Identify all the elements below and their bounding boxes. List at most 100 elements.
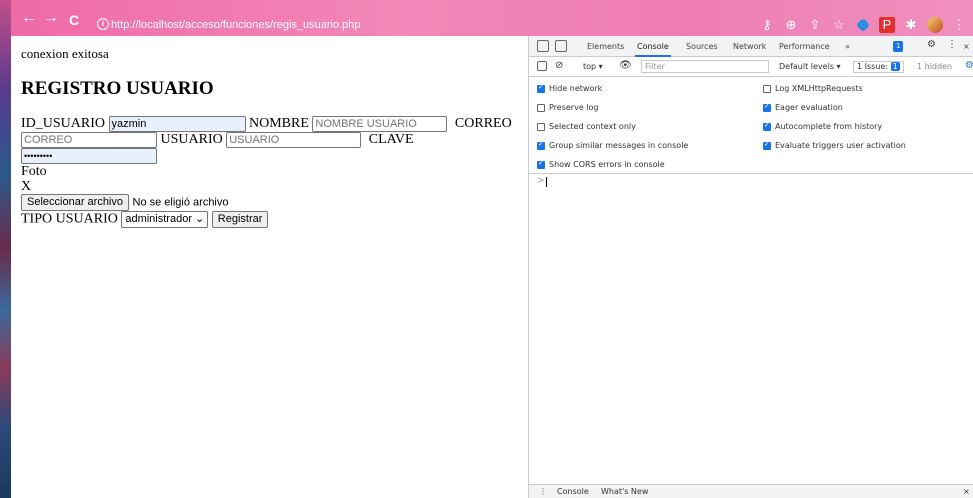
desktop-edge: [0, 0, 11, 498]
gear-icon[interactable]: ⚙: [927, 39, 936, 50]
opt-label: Hide network: [549, 84, 603, 93]
puzzle-icon[interactable]: ✱: [903, 17, 919, 33]
tipo-label: TIPO USUARIO: [21, 211, 118, 227]
checkbox[interactable]: [763, 84, 771, 93]
opt-label: Group similar messages in console: [549, 141, 689, 150]
opt-evaluate-triggers[interactable]: Evaluate triggers user activation: [763, 140, 906, 150]
opt-label: Autocomplete from history: [775, 122, 883, 131]
divider: [529, 173, 973, 174]
checkbox[interactable]: [537, 122, 545, 131]
nombre-input[interactable]: NOMBRE USUARIO: [312, 116, 448, 132]
opt-selected-context[interactable]: Selected context only: [537, 122, 636, 131]
checkbox[interactable]: [537, 103, 545, 112]
opt-label: Show CORS errors in console: [549, 160, 665, 169]
console-toolbar: ⊘ top ▾ 👁 Filter Default levels ▾ 1 Issu…: [529, 57, 973, 77]
clear-icon[interactable]: ⊘: [555, 60, 563, 71]
tab-sources[interactable]: Sources: [686, 42, 718, 51]
eye-icon[interactable]: 👁: [619, 60, 632, 71]
sidebar-icon[interactable]: [537, 61, 547, 71]
key-icon[interactable]: ⚷: [759, 17, 775, 33]
opt-label: Preserve log: [549, 103, 599, 112]
correo-label: CORREO: [454, 116, 512, 132]
opt-hide-network[interactable]: Hide network: [537, 83, 603, 93]
drawer-tab-whats-new[interactable]: What's New: [601, 487, 648, 496]
issues-button[interactable]: 1 Issue: 1: [853, 61, 904, 73]
id-label: ID_USUARIO: [21, 116, 105, 132]
hidden-count: 1 hidden: [917, 62, 953, 71]
filter-input[interactable]: Filter: [641, 60, 769, 73]
tab-elements[interactable]: Elements: [587, 42, 624, 51]
foto-label: Foto: [21, 164, 47, 179]
close-icon[interactable]: ×: [963, 42, 970, 51]
star-icon[interactable]: ☆: [831, 17, 847, 33]
opt-preserve-log[interactable]: Preserve log: [537, 103, 599, 112]
drawer-menu-icon[interactable]: ⋮: [539, 487, 547, 496]
address-bar[interactable]: http://localhost/acceso/funciones/regis_…: [111, 19, 361, 31]
usuario-input[interactable]: USUARIO: [226, 132, 362, 148]
share-icon[interactable]: ⇪: [807, 17, 823, 33]
clave-label: CLAVE: [368, 132, 414, 148]
opt-label: Log XMLHttpRequests: [775, 84, 863, 93]
browser-toolbar: ← → C i http://localhost/acceso/funcione…: [11, 0, 973, 36]
drawer-tab-console[interactable]: Console: [557, 487, 589, 496]
opt-cors-errors[interactable]: Show CORS errors in console: [537, 159, 665, 169]
info-icon[interactable]: i: [97, 18, 109, 30]
tab-console[interactable]: Console: [635, 42, 671, 57]
extension-blue-icon[interactable]: [855, 17, 871, 33]
file-choose-button[interactable]: Seleccionar archivo: [21, 194, 129, 211]
devtools-panel: Elements Console Sources Network Perform…: [528, 36, 973, 498]
console-settings-icon[interactable]: ⚙: [965, 60, 973, 71]
tab-performance[interactable]: Performance: [779, 42, 830, 51]
form-row-3: •••••••••: [21, 148, 157, 164]
menu-icon[interactable]: ⋮: [951, 17, 967, 33]
connection-status: conexion exitosa: [21, 46, 109, 61]
inspect-icon[interactable]: [537, 40, 549, 52]
page-title: REGISTRO USUARIO: [21, 78, 214, 99]
tab-network[interactable]: Network: [733, 42, 766, 51]
issues-text: 1 Issue:: [857, 62, 889, 71]
opt-log-xhr[interactable]: Log XMLHttpRequests: [763, 84, 863, 93]
back-button[interactable]: ←: [21, 10, 37, 26]
avatar[interactable]: [927, 17, 943, 33]
tipo-row: TIPO USUARIO administrador ⌄ Registrar: [21, 211, 269, 228]
forward-button[interactable]: →: [43, 10, 59, 26]
drawer-close-icon[interactable]: ×: [963, 487, 970, 496]
checkbox-checked[interactable]: [763, 140, 771, 150]
nombre-label: NOMBRE: [249, 116, 309, 132]
file-row: Seleccionar archivo No se eligió archivo: [21, 194, 229, 211]
opt-autocomplete[interactable]: Autocomplete from history: [763, 121, 883, 131]
clave-input[interactable]: •••••••••: [21, 148, 157, 164]
extension-red-icon[interactable]: P: [879, 17, 895, 33]
page-content: conexion exitosa REGISTRO USUARIO ID_USU…: [11, 36, 528, 498]
devtools-drawer: ⋮ Console What's New ×: [529, 484, 973, 498]
checkbox-checked[interactable]: [537, 159, 545, 169]
console-input[interactable]: [546, 177, 547, 187]
more-tabs-icon[interactable]: »: [845, 42, 850, 51]
usuario-label: USUARIO: [160, 132, 223, 148]
reload-button[interactable]: C: [69, 12, 79, 28]
context-select[interactable]: top ▾: [583, 62, 603, 71]
file-status: No se eligió archivo: [132, 196, 229, 209]
opt-label: Evaluate triggers user activation: [775, 141, 906, 150]
menu-icon[interactable]: ⋮: [947, 39, 957, 50]
device-toolbar-icon[interactable]: [555, 40, 567, 52]
checkbox-checked[interactable]: [537, 140, 545, 150]
checkbox-checked[interactable]: [763, 102, 771, 112]
checkbox-checked[interactable]: [763, 121, 771, 131]
zoom-icon[interactable]: ⊕: [783, 17, 799, 33]
opt-label: Selected context only: [549, 122, 636, 131]
opt-label: Eager evaluation: [775, 103, 843, 112]
opt-group-similar[interactable]: Group similar messages in console: [537, 140, 689, 150]
correo-input[interactable]: CORREO: [21, 132, 157, 148]
console-prompt: >: [537, 176, 545, 186]
issues-badge[interactable]: 1: [893, 41, 904, 52]
register-button[interactable]: Registrar: [211, 211, 269, 228]
tipo-select[interactable]: administrador ⌄: [121, 211, 209, 228]
devtools-tabbar: Elements Console Sources Network Perform…: [529, 36, 973, 57]
levels-select[interactable]: Default levels ▾: [779, 62, 841, 71]
chevron-down-icon: ⌄: [195, 213, 205, 225]
opt-eager-eval[interactable]: Eager evaluation: [763, 102, 843, 112]
checkbox-checked[interactable]: [537, 83, 545, 93]
form-row-2: CORREO USUARIO USUARIO CLAVE: [21, 132, 414, 148]
id-input[interactable]: yazmin: [108, 116, 246, 132]
